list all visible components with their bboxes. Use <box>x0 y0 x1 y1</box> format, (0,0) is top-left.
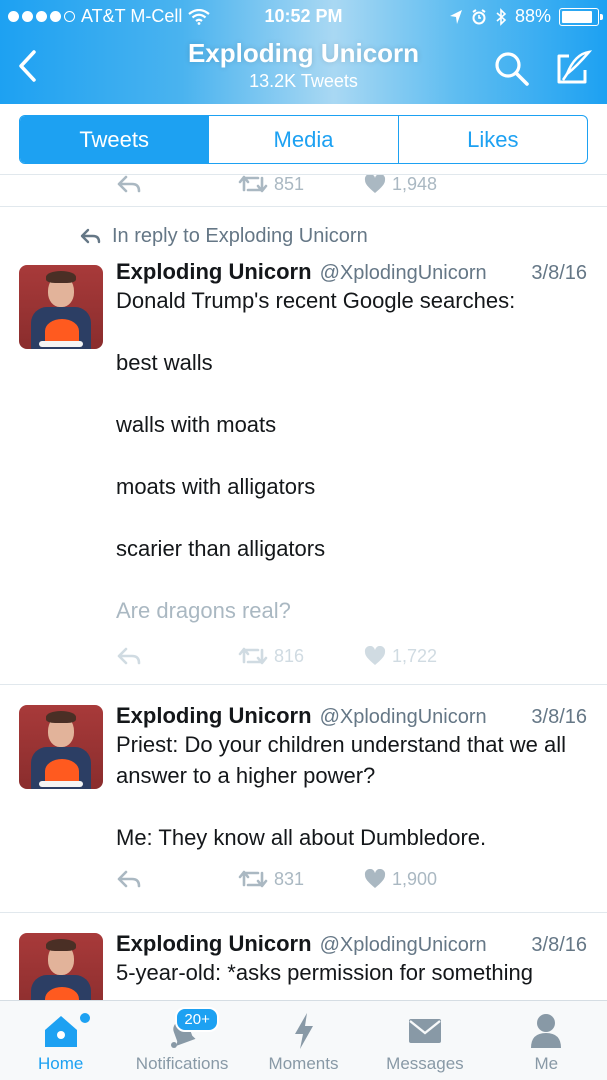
tab-label: Messages <box>386 1054 464 1073</box>
retweet-icon <box>238 175 268 193</box>
avatar[interactable] <box>19 265 103 349</box>
author-name[interactable]: Exploding Unicorn <box>116 259 312 285</box>
tweet-line: best walls <box>116 350 213 375</box>
reply-context-text: In reply to Exploding Unicorn <box>112 224 368 247</box>
tweet-text: 5-year-old: *asks permission for somethi… <box>116 957 587 988</box>
avatar[interactable] <box>19 933 103 1000</box>
heart-icon <box>364 869 386 888</box>
tweet-text: Donald Trump's recent Google searches: b… <box>116 285 587 626</box>
tab-notifications[interactable]: 20+ Notifications <box>121 1001 242 1080</box>
tweet-partial-top: 851 1,948 <box>0 175 607 207</box>
tab-me[interactable]: Me <box>486 1001 607 1080</box>
home-unread-dot <box>80 1013 90 1023</box>
compose-tweet-icon <box>557 50 593 84</box>
reply-icon <box>117 175 141 193</box>
tweet[interactable]: In reply to Exploding Unicorn Exploding … <box>0 207 607 685</box>
tweet-actions: 831 1,900 <box>116 857 587 901</box>
tweet-line: Donald Trump's recent Google searches: <box>116 288 516 313</box>
author-name[interactable]: Exploding Unicorn <box>116 931 312 957</box>
tweet-actions: 851 1,948 <box>116 175 587 201</box>
tweet-date: 3/8/16 <box>531 706 587 728</box>
reply-icon <box>117 647 141 665</box>
tweet-line: moats with alligators <box>116 474 316 499</box>
tab-label: Moments <box>268 1054 339 1073</box>
search-button[interactable] <box>493 50 531 88</box>
tab-moments[interactable]: Moments <box>243 1001 364 1080</box>
retweet-button[interactable]: 831 <box>238 869 364 890</box>
person-icon <box>531 1014 562 1048</box>
tweet-line: 5-year-old: *asks permission for somethi… <box>116 960 533 985</box>
notifications-badge: 20+ <box>175 1007 219 1032</box>
reply-button[interactable] <box>116 175 238 193</box>
status-bar: AT&T M-Cell 10:52 PM 88% <box>0 0 607 34</box>
alarm-icon <box>472 8 486 24</box>
battery-level-fill <box>562 10 592 23</box>
like-count: 1,722 <box>392 645 438 666</box>
author-handle[interactable]: @XplodingUnicorn <box>320 706 487 729</box>
tab-label: Notifications <box>135 1054 229 1073</box>
tab-media[interactable]: Media <box>209 116 399 163</box>
retweet-count: 816 <box>274 645 305 666</box>
reply-button[interactable] <box>116 870 238 888</box>
tweet-line: Are dragons real? <box>116 598 291 623</box>
profile-tab-segment: Tweets Media Likes <box>19 115 588 164</box>
tab-messages[interactable]: Messages <box>364 1001 485 1080</box>
tweet-line: Priest: Do your children understand that… <box>116 732 567 788</box>
like-count: 1,900 <box>392 868 438 889</box>
avatar[interactable] <box>19 705 103 789</box>
location-arrow-icon <box>449 9 462 24</box>
envelope-icon <box>408 1019 441 1043</box>
tab-likes[interactable]: Likes <box>399 116 587 163</box>
tab-tweets[interactable]: Tweets <box>20 116 210 163</box>
tweet-timeline[interactable]: 851 1,948 In reply to Exploding Unicorn … <box>0 175 607 1000</box>
tweet-header: Exploding Unicorn @XplodingUnicorn 3/8/1… <box>116 259 587 285</box>
status-right: 88% <box>449 6 603 27</box>
home-icon <box>44 1016 77 1047</box>
tweet-header: Exploding Unicorn @XplodingUnicorn 3/8/1… <box>116 703 587 729</box>
tab-home[interactable]: Home <box>0 1001 121 1080</box>
profile-header: AT&T M-Cell 10:52 PM 88% Exploding Unico… <box>0 0 607 104</box>
retweet-count: 851 <box>274 175 305 194</box>
like-button[interactable]: 1,948 <box>364 175 437 195</box>
tweet-actions: 816 1,722 <box>116 634 587 678</box>
battery-icon <box>559 7 603 26</box>
tweet-text: Priest: Do your children understand that… <box>116 729 587 853</box>
reply-context: In reply to Exploding Unicorn <box>80 223 607 249</box>
reply-icon <box>117 870 141 888</box>
reply-button[interactable] <box>116 647 238 665</box>
like-button[interactable]: 1,900 <box>364 869 437 890</box>
tweet-line: Me: They know all about Dumbledore. <box>116 825 487 850</box>
tab-label: Home <box>38 1054 84 1073</box>
heart-icon <box>364 646 386 665</box>
tweet-header: Exploding Unicorn @XplodingUnicorn 3/8/1… <box>116 931 587 957</box>
retweet-count: 831 <box>274 868 305 889</box>
like-count: 1,948 <box>392 175 438 194</box>
bluetooth-icon <box>496 7 507 26</box>
author-name[interactable]: Exploding Unicorn <box>116 703 312 729</box>
retweet-icon <box>238 647 268 665</box>
retweet-button[interactable]: 851 <box>238 175 364 195</box>
tweet[interactable]: Exploding Unicorn @XplodingUnicorn 3/8/1… <box>0 685 607 913</box>
search-icon <box>495 52 529 86</box>
compose-button[interactable] <box>553 48 593 88</box>
retweet-icon <box>238 870 268 888</box>
bottom-tab-bar: Home 20+ Notifications Moments Messages … <box>0 1000 607 1080</box>
tweet-line: scarier than alligators <box>116 536 326 561</box>
tweet-line: walls with moats <box>116 412 277 437</box>
author-handle[interactable]: @XplodingUnicorn <box>320 262 487 285</box>
heart-icon <box>364 175 386 193</box>
like-button[interactable]: 1,722 <box>364 646 437 667</box>
reply-context-icon <box>80 228 101 244</box>
tweet-date: 3/8/16 <box>531 934 587 956</box>
tweet-date: 3/8/16 <box>531 262 587 284</box>
author-handle[interactable]: @XplodingUnicorn <box>320 934 487 957</box>
lightning-icon <box>294 1013 313 1049</box>
tweet[interactable]: Exploding Unicorn @XplodingUnicorn 3/8/1… <box>0 913 607 1000</box>
retweet-button[interactable]: 816 <box>238 646 364 667</box>
tab-label: Me <box>534 1054 559 1073</box>
battery-percent: 88% <box>514 6 551 26</box>
